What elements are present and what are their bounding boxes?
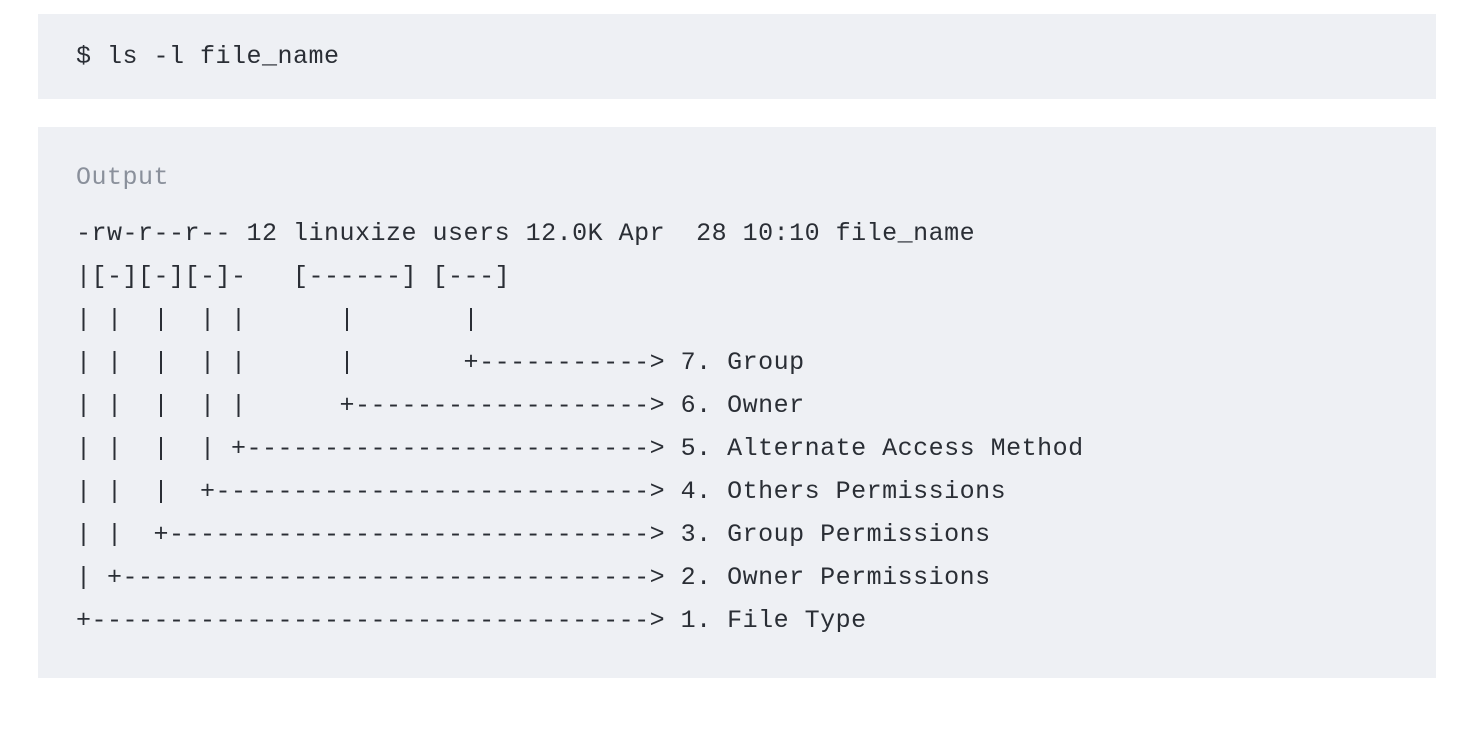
output-block: Output -rw-r--r-- 12 linuxize users 12.0… [38,127,1436,678]
command-block: $ ls -l file_name [38,14,1436,99]
output-line: | | | +----------------------------> 4. … [76,477,1006,506]
output-line: | | | | | | | [76,305,479,334]
command-text: ls -l file_name [107,42,340,71]
command-line: $ ls -l file_name [76,42,1398,71]
output-line: | | | | +--------------------------> 5. … [76,434,1084,463]
output-label: Output [76,163,1398,192]
output-line: | | +-------------------------------> 3.… [76,520,991,549]
prompt-symbol: $ [76,42,107,71]
output-line: | +----------------------------------> 2… [76,563,991,592]
output-line: +------------------------------------> 1… [76,606,867,635]
output-line: |[-][-][-]- [------] [---] [76,262,510,291]
output-line: | | | | | +-------------------> 6. Owner [76,391,805,420]
output-line: | | | | | | +-----------> 7. Group [76,348,805,377]
output-line: -rw-r--r-- 12 linuxize users 12.0K Apr 2… [76,219,975,248]
output-content: -rw-r--r-- 12 linuxize users 12.0K Apr 2… [76,212,1398,642]
